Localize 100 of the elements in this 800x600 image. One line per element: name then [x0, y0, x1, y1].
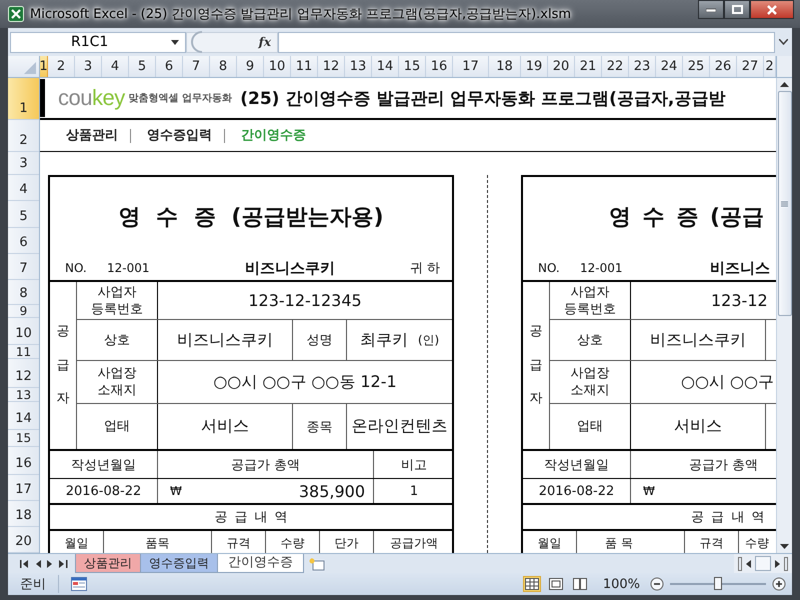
sheet-tab[interactable]: 상품관리 [75, 554, 141, 573]
sheet-tab[interactable]: 영수증입력 [140, 554, 218, 573]
column-header[interactable]: 20 [548, 56, 575, 77]
caret-icon[interactable] [171, 40, 179, 44]
scroll-down-icon[interactable] [780, 544, 789, 549]
macro-record-icon[interactable] [71, 577, 87, 591]
column-header[interactable]: 9 [237, 56, 264, 77]
column-header[interactable]: 25 [683, 56, 710, 77]
row-header[interactable]: 13 [8, 388, 39, 402]
row-header[interactable]: 6 [8, 228, 39, 254]
next-sheet-icon[interactable] [47, 560, 53, 568]
column-header[interactable]: 13 [345, 56, 372, 77]
zoom-slider[interactable] [670, 576, 766, 592]
insert-function-button[interactable]: fx [258, 35, 271, 49]
normal-view-button[interactable] [522, 576, 541, 592]
row-header[interactable]: 8 [8, 280, 39, 305]
row-header[interactable]: 10 [8, 318, 39, 345]
column-header[interactable]: 23 [629, 56, 656, 77]
last-sheet-icon[interactable] [59, 560, 68, 568]
supplier-label: 공급자 [523, 282, 550, 449]
row-header[interactable]: 14 [8, 402, 39, 430]
column-header[interactable]: 24 [656, 56, 683, 77]
row-header[interactable]: 4 [8, 175, 39, 201]
expand-icon[interactable] [779, 39, 788, 45]
page-layout-button[interactable] [546, 576, 565, 592]
close-button[interactable] [750, 0, 794, 19]
column-header[interactable]: 6 [156, 56, 183, 77]
column-header[interactable]: 27 [737, 56, 764, 77]
field-value: ○○시 ○○구 ○○동 12-1 [212, 370, 398, 392]
page-break-button[interactable] [570, 576, 589, 592]
column-header[interactable]: 17 [453, 56, 489, 77]
scroll-right-icon[interactable] [775, 560, 780, 568]
section-title: 공 급 내 역 [691, 509, 764, 526]
column-header[interactable]: 22 [602, 56, 629, 77]
close-icon[interactable] [766, 4, 778, 14]
column-header[interactable]: 1 [40, 56, 48, 77]
zoom-level[interactable]: 100% [602, 576, 640, 592]
minimize-icon[interactable] [706, 8, 716, 12]
column-header[interactable]: 11 [291, 56, 318, 77]
column-header[interactable]: 19 [521, 56, 548, 77]
column-header[interactable]: 2 [48, 56, 75, 77]
nav-link[interactable]: 간이영수증 [224, 128, 318, 142]
column-header[interactable]: 3 [75, 56, 102, 77]
field-value: 123-12-12345 [247, 290, 363, 312]
row-header[interactable]: 17 [8, 475, 39, 501]
note-cell-text: 1 [408, 482, 420, 500]
column-header[interactable]: 7 [183, 56, 210, 77]
slider-thumb[interactable] [714, 577, 722, 590]
split-handle[interactable] [776, 56, 792, 77]
column-heading: 작성년월일 [50, 451, 158, 478]
row-header[interactable]: 1 [8, 78, 39, 120]
column-header[interactable]: 14 [372, 56, 399, 77]
row-header[interactable]: 5 [8, 201, 39, 228]
scroll-left-icon[interactable] [746, 560, 751, 568]
maximize-icon[interactable] [732, 5, 742, 14]
row-header[interactable]: 7 [8, 254, 39, 280]
column-header[interactable]: 8 [210, 56, 237, 77]
row-header[interactable]: 2 [8, 120, 39, 152]
receipt-number: 12-001 [580, 261, 624, 275]
row-header[interactable]: 12 [8, 359, 39, 388]
nav-link[interactable]: 영수증입력 [130, 128, 224, 142]
column-header[interactable]: 26 [710, 56, 737, 77]
previous-sheet-icon[interactable] [35, 560, 41, 568]
field-label: 사업자 등록번호 [550, 282, 631, 319]
column-header[interactable]: 12 [318, 56, 345, 77]
column-heading: 공급가액 [389, 535, 439, 552]
column-header[interactable]: 4 [102, 56, 129, 77]
column-header[interactable]: 5 [129, 56, 156, 77]
row-header[interactable]: 9 [8, 305, 39, 318]
column-header[interactable]: 18 [489, 56, 521, 77]
zoom-in-button[interactable] [772, 577, 786, 591]
maximize-button[interactable] [724, 0, 750, 19]
field-value: 최쿠키 (인) [358, 328, 440, 350]
name-box[interactable]: R1C1 [10, 32, 186, 52]
new-sheet-icon[interactable] [308, 556, 326, 570]
column-header[interactable]: 21 [575, 56, 602, 77]
sheet-tab[interactable]: 간이영수증 [217, 554, 304, 573]
field-label: 업태 [550, 404, 631, 449]
column-header[interactable]: 10 [264, 56, 291, 77]
column-header[interactable]: 15 [399, 56, 426, 77]
row-header[interactable]: 11 [8, 345, 39, 359]
row-header[interactable]: 15 [8, 430, 39, 447]
zoom-out-button[interactable] [650, 577, 664, 591]
field-value: 서비스 [631, 404, 766, 449]
scroll-thumb[interactable] [778, 91, 792, 316]
scroll-up-icon[interactable] [780, 82, 789, 87]
field-label: 상호 [550, 320, 631, 360]
horizontal-scrollbar[interactable] [734, 554, 792, 573]
row-header[interactable]: 18 [8, 501, 39, 527]
nav-link[interactable]: 상품관리 [66, 128, 130, 142]
resize-handle-icon[interactable] [189, 31, 203, 53]
row-header[interactable]: 3 [8, 152, 39, 175]
first-sheet-icon[interactable] [20, 560, 29, 568]
column-header[interactable]: 16 [426, 56, 453, 77]
row-header[interactable]: 16 [8, 447, 39, 475]
vertical-scrollbar[interactable] [776, 78, 792, 553]
minimize-button[interactable] [698, 0, 724, 19]
field-label: 업태 [77, 404, 158, 449]
field-value: 비즈니스쿠키 [631, 320, 766, 360]
formula-input[interactable] [278, 32, 775, 52]
